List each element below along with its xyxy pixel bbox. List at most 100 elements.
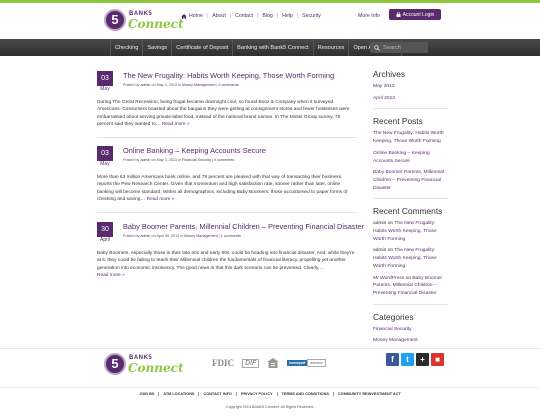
logo-bottom-text: Connect <box>128 361 184 375</box>
search-icon[interactable] <box>374 44 380 51</box>
post-meta: Posted by admin on April 30, 2013 in Mon… <box>123 234 241 238</box>
archive-link[interactable]: May 2013 <box>373 83 448 91</box>
recent-post-link[interactable]: Baby Boomer Parents, Millennial Children… <box>373 169 448 192</box>
read-more-link[interactable]: Read more » <box>147 197 175 202</box>
more-info-link[interactable]: More Info <box>358 13 380 19</box>
footer-logo[interactable]: 5 BANK5 Connect <box>104 353 184 377</box>
rss-icon[interactable]: ■ <box>431 353 444 366</box>
nav-savings[interactable]: Savings <box>143 39 173 56</box>
footer-divider <box>0 348 540 349</box>
post-author[interactable]: admin <box>140 83 150 87</box>
meta-date: on May 3, 2013 in <box>151 158 181 162</box>
footer-link-community-reinvestment[interactable]: COMMUNITY REINVESTMENT ACT <box>334 392 405 396</box>
lock-icon <box>396 12 401 17</box>
top-link-label: Home <box>189 13 203 19</box>
post-date-month: April <box>99 237 110 243</box>
post-category[interactable]: Financial Security <box>182 158 211 162</box>
category-link[interactable]: Financial Security <box>373 326 448 334</box>
nav-banking-with-bank5[interactable]: Banking with Bank5 Connect <box>233 39 314 56</box>
separator: | <box>276 13 279 19</box>
post-comments[interactable]: 1 comments <box>221 234 241 238</box>
home-icon <box>181 13 187 19</box>
google-plus-icon[interactable]: + <box>416 353 429 366</box>
logo-number: 5 <box>104 353 126 375</box>
meta-date: on April 30, 2013 in <box>151 234 184 238</box>
post-category[interactable]: Money Management <box>182 83 216 87</box>
footer-link-join[interactable]: JOIN BS <box>135 392 160 396</box>
read-more-link[interactable]: Read more » <box>162 122 190 127</box>
post-date-day: 03 <box>97 71 113 86</box>
post-excerpt-text: During The Great Recession, being frugal… <box>97 100 350 128</box>
widget-divider <box>373 108 448 110</box>
social-links: f t + ■ <box>386 353 446 366</box>
top-link-security[interactable]: Security <box>302 13 321 19</box>
categories-title: Categories <box>373 311 414 322</box>
footer-link-terms[interactable]: TERMS AND CONDITIONS <box>278 392 334 396</box>
search-box <box>370 42 428 53</box>
separator: | <box>206 13 209 19</box>
separator: | <box>257 13 259 19</box>
widget-divider <box>373 303 448 305</box>
archive-link[interactable]: April 2013 <box>373 95 448 103</box>
post-excerpt: Baby Boomers, especially those in their … <box>97 250 357 280</box>
top-navigation: Home | About | Contact | Blog | Help | S… <box>181 13 321 19</box>
post-excerpt: During The Great Recession, being frugal… <box>97 99 357 129</box>
equal-housing-lender-icon <box>267 358 280 368</box>
post-author[interactable]: admin <box>140 158 150 162</box>
footer-links: JOIN BS ATM LOCATIONS CONTACT INFO PRIVA… <box>0 392 540 396</box>
separator: | <box>229 13 232 19</box>
meta-prefix: Posted by <box>123 158 140 162</box>
post-meta: Posted by admin on May 3, 2013 in Money … <box>123 83 239 87</box>
recent-post-link[interactable]: The New Frugality: Habits Worth Keeping,… <box>373 130 448 145</box>
post-comments[interactable]: 0 comments <box>214 158 234 162</box>
recent-comments-title: Recent Comments <box>373 206 443 217</box>
search-input[interactable] <box>383 43 425 52</box>
archives-title: Archives <box>373 69 406 79</box>
footer-link-atm-locations[interactable]: ATM LOCATIONS <box>159 392 200 396</box>
post-comments[interactable]: 2 comments <box>219 83 239 87</box>
recent-post-link[interactable]: Online Banking – Keeping Accounts Secure <box>373 150 448 165</box>
meta-prefix: Posted by <box>123 83 140 87</box>
footer-link-privacy-policy[interactable]: PRIVACY POLICY <box>237 392 278 396</box>
post-category[interactable]: Money Management <box>184 234 218 238</box>
read-more-link[interactable]: Read more » <box>97 273 125 278</box>
copyright-text: Copyright 2013 BANK5 Connect. All Rights… <box>225 405 315 409</box>
top-link-blog[interactable]: Blog <box>262 13 272 19</box>
homeport-badge: homeport <box>287 360 308 366</box>
twitter-icon[interactable]: t <box>401 353 414 366</box>
compliance-badges: FDIC DIF homeport advisor <box>212 358 334 368</box>
post-excerpt-text: Baby Boomers, especially those in their … <box>97 251 355 271</box>
account-login-button[interactable]: Account Login <box>389 9 441 20</box>
comment-on: on <box>387 248 394 254</box>
recent-comment: admin on The New Frugality: Habits Worth… <box>373 247 448 270</box>
comment-author: admin <box>373 248 387 254</box>
separator: | <box>296 13 299 19</box>
nav-resources[interactable]: Resources <box>314 39 350 56</box>
top-link-help[interactable]: Help <box>282 13 293 19</box>
post-title[interactable]: Baby Boomer Parents, Millennial Children… <box>123 222 364 231</box>
bank5-logo[interactable]: 5 BANK5 Connect <box>104 9 184 33</box>
post-divider <box>97 212 357 213</box>
category-link[interactable]: Money Management <box>373 337 448 345</box>
comment-author-link[interactable]: Mr WordPress <box>373 276 404 281</box>
meta-date: on May 3, 2013 in <box>151 83 181 87</box>
post-author[interactable]: admin <box>140 234 150 238</box>
post-title[interactable]: The New Frugality: Habits Worth Keeping,… <box>123 71 334 80</box>
top-link-contact[interactable]: Contact <box>235 13 253 19</box>
comment-author: admin <box>373 221 387 227</box>
advisor-badge: advisor <box>307 359 326 367</box>
nav-checking[interactable]: Checking <box>110 39 144 56</box>
top-link-home[interactable]: Home <box>181 13 203 19</box>
recent-comment: admin on The New Frugality: Habits Worth… <box>373 220 448 243</box>
post-title[interactable]: Online Banking – Keeping Accounts Secure <box>123 146 266 155</box>
facebook-icon[interactable]: f <box>386 353 399 366</box>
footer-link-contact-info[interactable]: CONTACT INFO <box>199 392 237 396</box>
post-date-month: May <box>100 161 110 167</box>
post-date-month: May <box>100 86 110 92</box>
nav-certificate-of-deposit[interactable]: Certificate of Deposit <box>172 39 234 56</box>
post-date-day: 03 <box>97 146 113 161</box>
comment-on: on <box>405 275 412 281</box>
post-date-day: 30 <box>97 222 113 237</box>
top-link-about[interactable]: About <box>212 13 226 19</box>
recent-comment: Mr WordPress on Baby Boomer Parents, Mil… <box>373 275 448 298</box>
